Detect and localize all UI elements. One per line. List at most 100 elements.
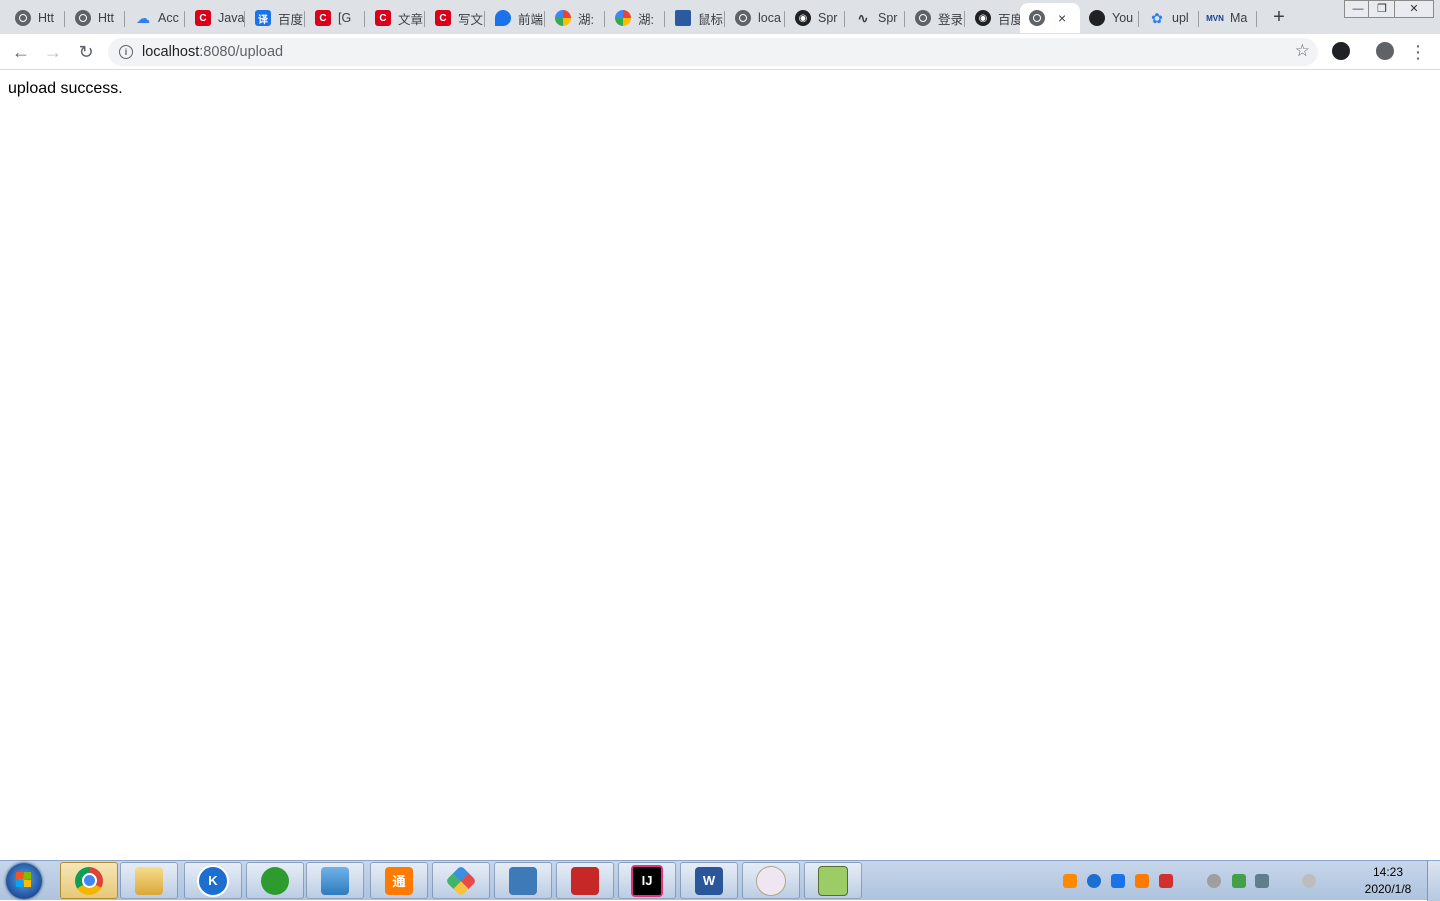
menu-button[interactable]: ⋮ xyxy=(1406,40,1430,64)
bookmark-star-icon[interactable]: ☆ xyxy=(1295,41,1310,61)
taskbar-image-viewer[interactable] xyxy=(306,862,364,899)
restore-button[interactable]: ❐ xyxy=(1368,0,1396,18)
tray-camera-icon[interactable] xyxy=(1207,874,1221,888)
start-button[interactable] xyxy=(6,863,42,899)
browser-tab[interactable]: Htt xyxy=(6,3,65,33)
tray-red-icon[interactable] xyxy=(1159,874,1173,888)
folder-icon xyxy=(135,866,163,895)
remote-desktop-icon xyxy=(509,866,537,895)
paw-icon: ✿ xyxy=(1151,9,1163,26)
taskbar-word[interactable]: W xyxy=(680,862,738,899)
tray-star-icon[interactable] xyxy=(1111,874,1125,888)
tray-app-icon[interactable] xyxy=(1063,874,1077,888)
close-tab-icon[interactable]: × xyxy=(1058,10,1066,26)
taskbar-chrome[interactable] xyxy=(60,862,118,899)
tab-title: 鼠标 xyxy=(698,12,724,27)
google-icon xyxy=(615,10,631,26)
monitor-icon xyxy=(675,10,691,26)
browser-tab[interactable]: C 写文 xyxy=(426,3,485,33)
browser-tab[interactable]: You xyxy=(1080,3,1139,33)
taskbar-file-explorer[interactable] xyxy=(120,862,178,899)
tab-title: [G xyxy=(338,11,352,25)
tab-title: Htt xyxy=(98,11,114,25)
url-text[interactable]: localhost:8080/upload xyxy=(142,44,283,60)
tab-title: 文章 xyxy=(398,12,424,27)
browser-tab[interactable]: 湖: xyxy=(546,3,605,33)
browser-tab[interactable]: ◉ 百度 xyxy=(966,3,1025,33)
taskbar-tongji[interactable]: 通 xyxy=(370,862,428,899)
taskbar-git[interactable] xyxy=(432,862,490,899)
browser-toolbar: ← → ↻ i localhost:8080/upload ☆ ⋮ xyxy=(0,34,1440,70)
word-icon: W xyxy=(695,866,723,895)
tab-title: loca xyxy=(758,11,781,25)
browser-tab[interactable]: Htt xyxy=(66,3,125,33)
system-clock[interactable]: 14:23 2020/1/8 xyxy=(1350,864,1426,898)
extension-icon[interactable] xyxy=(1332,42,1350,60)
tray-shield-icon[interactable] xyxy=(1232,874,1246,888)
browser-tab[interactable]: C Java xyxy=(186,3,245,33)
toolbox-icon xyxy=(571,866,599,895)
tab-title: upl xyxy=(1172,11,1189,25)
reload-button[interactable]: ↻ xyxy=(74,40,98,64)
tab-strip: Htt Htt ☁ Acc C Java 译 百度 C [G C 文章 C 写文… xyxy=(0,0,1440,34)
browser-tab[interactable]: ✿ upl xyxy=(1140,3,1199,33)
tab-title: 湖: xyxy=(578,12,594,27)
mvn-icon: MVN xyxy=(1206,13,1224,23)
site-info-icon[interactable]: i xyxy=(119,45,133,59)
browser-tab[interactable]: 译 百度 xyxy=(246,3,305,33)
taskbar-green-app[interactable] xyxy=(246,862,304,899)
new-tab-button[interactable]: + xyxy=(1268,6,1290,28)
chrome-icon xyxy=(75,866,103,895)
tray-tong-icon[interactable] xyxy=(1135,874,1149,888)
profile-avatar-icon[interactable] xyxy=(1376,42,1394,60)
extension-icon: ◉ xyxy=(795,10,811,26)
cloud-icon: ☁ xyxy=(136,9,150,26)
tab-title: 前端 xyxy=(518,12,544,27)
circle-app-icon xyxy=(756,865,786,896)
tab-title: 百度 xyxy=(278,12,304,27)
browser-tab[interactable]: 登录 xyxy=(906,3,965,33)
browser-tab[interactable]: ☁ Acc xyxy=(126,3,185,33)
csdn-icon: C xyxy=(195,10,211,26)
github-icon xyxy=(1089,10,1105,26)
address-bar[interactable]: i localhost:8080/upload ☆ xyxy=(108,38,1318,66)
back-button[interactable]: ← xyxy=(9,40,33,64)
tong-app-icon: 通 xyxy=(385,866,413,895)
tray-k-icon[interactable] xyxy=(1087,874,1101,888)
browser-tab[interactable]: MVN Ma xyxy=(1198,3,1257,33)
clock-date: 2020/1/8 xyxy=(1364,882,1412,896)
browser-tab[interactable]: ∿ Spr xyxy=(846,3,905,33)
tray-bear-icon[interactable] xyxy=(1302,874,1316,888)
tab-title: 湖: xyxy=(638,12,654,27)
taskbar-toolbox[interactable] xyxy=(556,862,614,899)
tab-title: Spr xyxy=(878,11,898,25)
browser-tab[interactable]: 湖: xyxy=(606,3,665,33)
globe-icon xyxy=(15,10,31,26)
taskbar-kuaiya[interactable]: K xyxy=(184,862,242,899)
browser-tab[interactable]: ◉ Spr xyxy=(786,3,845,33)
taskbar-notepad[interactable] xyxy=(804,862,862,899)
globe-icon xyxy=(75,10,91,26)
volume-icon[interactable] xyxy=(1255,874,1269,888)
browser-tab[interactable]: loca xyxy=(726,3,785,33)
taskbar-remote-desktop[interactable] xyxy=(494,862,552,899)
taskbar-intellij[interactable]: IJ xyxy=(618,862,676,899)
taskbar-circle-app[interactable] xyxy=(742,862,800,899)
tab-title: Ma xyxy=(1230,11,1248,25)
notepad-plus-icon xyxy=(818,865,848,896)
green-app-icon xyxy=(261,866,289,895)
browser-tab[interactable]: 前端 xyxy=(486,3,545,33)
browser-tab-active[interactable]: × xyxy=(1020,3,1080,33)
globe-icon xyxy=(1029,10,1045,26)
browser-tab[interactable]: C [G xyxy=(306,3,365,33)
close-window-button[interactable]: ✕ xyxy=(1394,0,1434,18)
show-desktop-button[interactable] xyxy=(1427,861,1440,901)
globe-icon xyxy=(735,10,751,26)
browser-tab[interactable]: 鼠标 xyxy=(666,3,725,33)
windows-taskbar: K 通 IJ W 14:23 2020/1/8 xyxy=(0,860,1440,901)
browser-tab[interactable]: C 文章 xyxy=(366,3,425,33)
tab-title: Java xyxy=(218,11,244,25)
translate-icon: 译 xyxy=(255,10,271,26)
tab-title: 写文 xyxy=(458,12,484,27)
forward-button[interactable]: → xyxy=(41,40,65,64)
